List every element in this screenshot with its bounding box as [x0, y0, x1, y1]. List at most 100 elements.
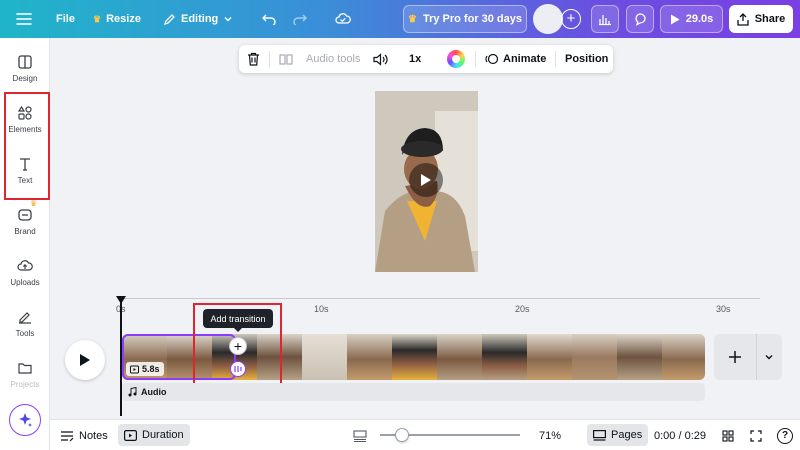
- share-button[interactable]: Share: [729, 5, 793, 33]
- pencil-icon: [163, 13, 175, 25]
- notes-button[interactable]: Notes: [60, 420, 108, 450]
- music-note-icon: [128, 387, 137, 397]
- hamburger-icon[interactable]: [16, 0, 32, 38]
- video-frame: [662, 334, 705, 380]
- notes-label: Notes: [79, 429, 108, 442]
- redo-icon[interactable]: [293, 0, 307, 38]
- animate-label: Animate: [503, 53, 547, 65]
- color-wheel-icon[interactable]: [447, 45, 465, 73]
- avatar[interactable]: [533, 4, 563, 34]
- help-button[interactable]: ?: [777, 420, 793, 450]
- duration-button[interactable]: Duration: [118, 424, 190, 446]
- duration-label: Duration: [142, 429, 184, 441]
- brand-icon: [18, 208, 32, 221]
- top-bar: File ♛ Resize Editing ♛ Try Pro for 30 d…: [0, 0, 800, 38]
- highlight-add-transition: [193, 303, 282, 390]
- sidebar-item-brand[interactable]: ♛ Brand: [0, 197, 50, 245]
- animate-icon: [485, 53, 499, 65]
- video-frame: [347, 334, 392, 380]
- try-pro-label: Try Pro for 30 days: [422, 13, 522, 25]
- present-button[interactable]: 29.0s: [660, 5, 723, 33]
- grid-icon[interactable]: [722, 420, 734, 450]
- position-label: Position: [565, 53, 609, 65]
- grid-view-icon[interactable]: [353, 420, 367, 450]
- play-icon: [421, 174, 431, 186]
- bottom-bar: Notes Duration 71% Pages 0:00 / 0:29 ?: [50, 419, 800, 450]
- video-frame: [527, 334, 572, 380]
- play-video-button[interactable]: [409, 163, 443, 197]
- help-icon: ?: [777, 427, 793, 444]
- crown-icon: ♛: [407, 13, 417, 25]
- chevron-down-icon: [224, 17, 232, 22]
- sidebar-item-label: Uploads: [10, 277, 40, 287]
- magic-assistant-button[interactable]: [9, 404, 41, 436]
- video-page[interactable]: [375, 91, 478, 272]
- crown-icon: ♛: [93, 13, 102, 24]
- ruler-tick-label: 30s: [716, 304, 731, 314]
- pen-tools-icon: [19, 311, 31, 324]
- audio-tools-button: Audio tools: [306, 45, 360, 73]
- editing-dropdown[interactable]: Editing: [163, 0, 233, 38]
- timer-label: 29.0s: [685, 13, 714, 25]
- sidebar-item-uploads[interactable]: Uploads: [0, 248, 50, 296]
- editing-label: Editing: [181, 13, 219, 25]
- insights-icon[interactable]: [591, 5, 619, 33]
- sidebar-item-label: Tools: [15, 328, 35, 338]
- play-icon: [80, 354, 90, 366]
- sidebar-item-label: Brand: [14, 226, 36, 236]
- audio-label: Audio: [141, 387, 167, 397]
- sidebar-item-design[interactable]: Design: [0, 44, 50, 92]
- speed-label: 1x: [409, 53, 422, 65]
- folder-icon: [18, 362, 32, 374]
- volume-icon[interactable]: [373, 45, 388, 73]
- clip-duration-label: 5.8s: [142, 364, 160, 374]
- trash-icon[interactable]: [247, 45, 260, 73]
- sidebar-item-label: Projects: [10, 379, 40, 389]
- resize-label: Resize: [106, 13, 141, 25]
- highlight-elements-text: [4, 92, 50, 200]
- plus-icon: [729, 351, 741, 363]
- zoom-label: 71%: [539, 429, 562, 442]
- sparkle-icon: [19, 413, 32, 427]
- pages-button[interactable]: Pages: [587, 424, 649, 446]
- video-frame: [437, 334, 482, 380]
- add-collaborator-icon[interactable]: +: [561, 9, 581, 29]
- notes-icon: [61, 430, 74, 441]
- playback-speed-button[interactable]: 1x: [409, 45, 421, 73]
- video-frame: [617, 334, 662, 380]
- ruler-tick-label: 10s: [314, 304, 329, 314]
- file-menu[interactable]: File: [56, 0, 75, 38]
- resize-button[interactable]: ♛ Resize: [93, 0, 141, 38]
- video-icon: [124, 429, 137, 441]
- layout-icon: [18, 54, 32, 69]
- crown-icon: ♛: [30, 199, 38, 208]
- undo-icon[interactable]: [262, 0, 276, 38]
- video-frame: [572, 334, 617, 380]
- add-page-options-button[interactable]: [762, 350, 776, 364]
- sidebar-item-tools[interactable]: Tools: [0, 299, 50, 347]
- ruler-tick-label: 20s: [515, 304, 530, 314]
- upload-icon: [737, 12, 749, 26]
- timeline-play-button[interactable]: [65, 340, 105, 380]
- zoom-percentage[interactable]: 71%: [539, 420, 561, 450]
- zoom-slider-handle[interactable]: [395, 428, 409, 442]
- sidebar-item-label: Design: [12, 73, 38, 83]
- file-label: File: [56, 13, 75, 25]
- cloud-upload-icon: [17, 259, 33, 271]
- try-pro-button[interactable]: ♛ Try Pro for 30 days: [403, 5, 527, 33]
- add-page-group: [714, 334, 782, 380]
- add-page-button[interactable]: [724, 346, 746, 368]
- position-button[interactable]: Position: [565, 45, 608, 73]
- comment-icon[interactable]: [626, 5, 654, 33]
- animate-button[interactable]: Animate: [485, 45, 546, 73]
- chevron-down-icon: [765, 355, 773, 360]
- cloud-saved-icon[interactable]: [335, 0, 351, 38]
- context-toolbar: Audio tools 1x Animate Position: [239, 45, 613, 73]
- fullscreen-icon[interactable]: [750, 420, 762, 450]
- sidebar-item-projects[interactable]: Projects: [0, 350, 50, 398]
- pages-label: Pages: [611, 429, 643, 441]
- play-icon: [670, 14, 680, 24]
- time-label: 0:00 / 0:29: [654, 429, 706, 442]
- audio-track[interactable]: Audio: [122, 383, 705, 401]
- video-frame: [302, 334, 347, 380]
